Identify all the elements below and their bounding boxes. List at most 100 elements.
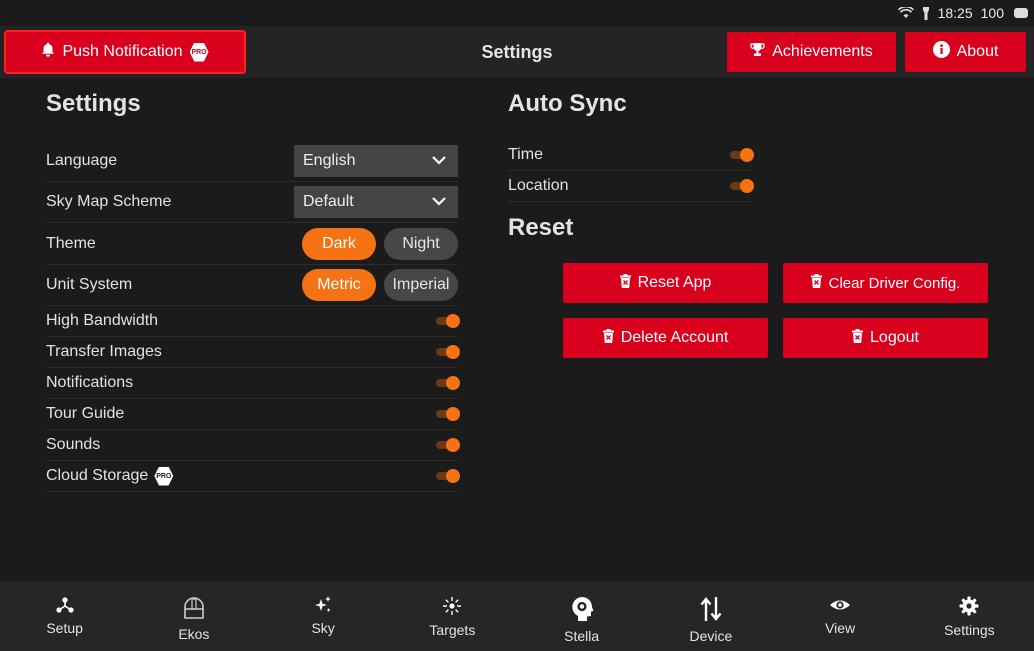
high-bandwidth-row: High Bandwidth [46,306,460,337]
achievements-button[interactable]: Achievements [727,32,896,72]
app-header: Settings Push Notification PRO Achieveme… [0,26,1034,78]
unit-system-row: Unit System Metric Imperial [46,265,458,306]
sounds-toggle[interactable] [436,438,460,452]
sky-map-select[interactable]: Default [294,186,458,218]
cloud-storage-label-wrap: Cloud Storage PRO [46,466,436,486]
notifications-row: Notifications [46,368,460,399]
notifications-label: Notifications [46,374,134,391]
about-button[interactable]: About [905,32,1026,72]
battery-icon [1014,8,1028,18]
theme-label: Theme [46,234,96,252]
language-row: Language English [46,140,458,182]
sync-location-toggle[interactable] [730,179,754,193]
high-bandwidth-label: High Bandwidth [46,312,159,329]
trophy-icon [750,42,765,62]
notifications-toggle[interactable] [436,376,460,390]
tour-guide-toggle[interactable] [436,407,460,421]
sky-map-value: Default [303,193,354,210]
theme-segmented-control: Dark Night [302,227,458,260]
logout-label: Logout [870,329,919,346]
sync-time-toggle[interactable] [730,148,754,162]
nav-ekos[interactable]: Ekos [129,582,258,651]
bottom-nav: Setup Ekos Sky Targets Stella Device Vie… [0,582,1034,651]
info-icon [932,41,950,63]
gear-icon [959,596,979,616]
bell-icon [41,42,55,62]
nav-sky[interactable]: Sky [259,582,388,651]
auto-sync-section-title: Auto Sync [508,90,627,117]
nav-device-label: Device [689,628,733,644]
nav-settings-label: Settings [944,622,995,638]
tour-guide-label: Tour Guide [46,405,125,422]
trash-icon [619,273,631,293]
trash-icon [852,328,864,348]
nav-setup-label: Setup [46,620,83,636]
reset-app-label: Reset App [637,274,712,291]
unit-metric-button[interactable]: Metric [302,269,376,301]
push-notification-label: Push Notification [62,43,183,60]
language-select[interactable]: English [294,144,458,177]
cloud-storage-row: Cloud Storage PRO [46,461,460,492]
flashlight-icon [922,6,930,20]
sync-location-label: Location [508,177,569,194]
nav-stella[interactable]: Stella [517,582,646,651]
theme-night-button[interactable]: Night [384,227,458,260]
sync-time-row: Time [508,140,754,171]
nav-targets-label: Targets [429,622,476,638]
pro-badge: PRO [154,466,174,486]
chevron-down-icon [432,152,446,170]
trash-icon [810,274,822,292]
transfer-images-toggle[interactable] [436,345,460,359]
nav-sky-label: Sky [311,620,335,636]
sync-time-label: Time [508,146,543,163]
stella-head-gear-icon [569,596,595,622]
chevron-down-icon [432,193,446,211]
settings-section-title: Settings [46,90,141,117]
status-bar: 18:25 100 [0,0,1034,26]
about-label: About [956,43,999,60]
reset-section-title: Reset [508,214,574,241]
cloud-storage-toggle[interactable] [436,469,460,483]
logout-button[interactable]: Logout [783,318,988,358]
transfer-images-row: Transfer Images [46,337,460,368]
sky-map-label: Sky Map Scheme [46,193,172,210]
setup-icon [55,596,75,614]
battery-level: 100 [980,5,1004,21]
language-value: English [303,151,356,169]
delete-account-button[interactable]: Delete Account [563,318,768,358]
nav-stella-label: Stella [564,628,600,644]
sky-map-row: Sky Map Scheme Default [46,182,458,223]
device-transfer-icon [700,596,722,622]
unit-system-label: Unit System [46,276,133,293]
pro-badge: PRO [189,42,209,62]
unit-imperial-button[interactable]: Imperial [384,269,458,301]
sounds-label: Sounds [46,436,101,453]
theme-dark-button[interactable]: Dark [302,227,376,260]
trash-icon [602,328,614,348]
high-bandwidth-toggle[interactable] [436,314,460,328]
achievements-label: Achievements [772,43,873,60]
nav-view-label: View [825,620,856,636]
delete-account-label: Delete Account [620,329,729,346]
tour-guide-row: Tour Guide [46,399,460,430]
reset-app-button[interactable]: Reset App [563,263,768,303]
clear-driver-config-button[interactable]: Clear Driver Config. [783,263,988,303]
transfer-images-label: Transfer Images [46,343,162,360]
language-label: Language [46,151,118,169]
ekos-icon [182,596,206,620]
targets-icon [442,596,462,616]
eye-icon [829,596,851,614]
nav-ekos-label: Ekos [178,626,210,642]
nav-targets[interactable]: Targets [388,582,517,651]
nav-view[interactable]: View [776,582,905,651]
theme-row: Theme Dark Night [46,223,458,265]
status-time: 18:25 [937,5,973,21]
sky-sparkle-icon [313,596,333,614]
nav-setup[interactable]: Setup [0,582,129,651]
nav-settings[interactable]: Settings [905,582,1034,651]
nav-device[interactable]: Device [646,582,775,651]
wifi-icon [897,7,914,19]
push-notification-button[interactable]: Push Notification PRO [4,30,246,74]
sounds-row: Sounds [46,430,460,461]
clear-driver-config-label: Clear Driver Config. [828,274,961,292]
